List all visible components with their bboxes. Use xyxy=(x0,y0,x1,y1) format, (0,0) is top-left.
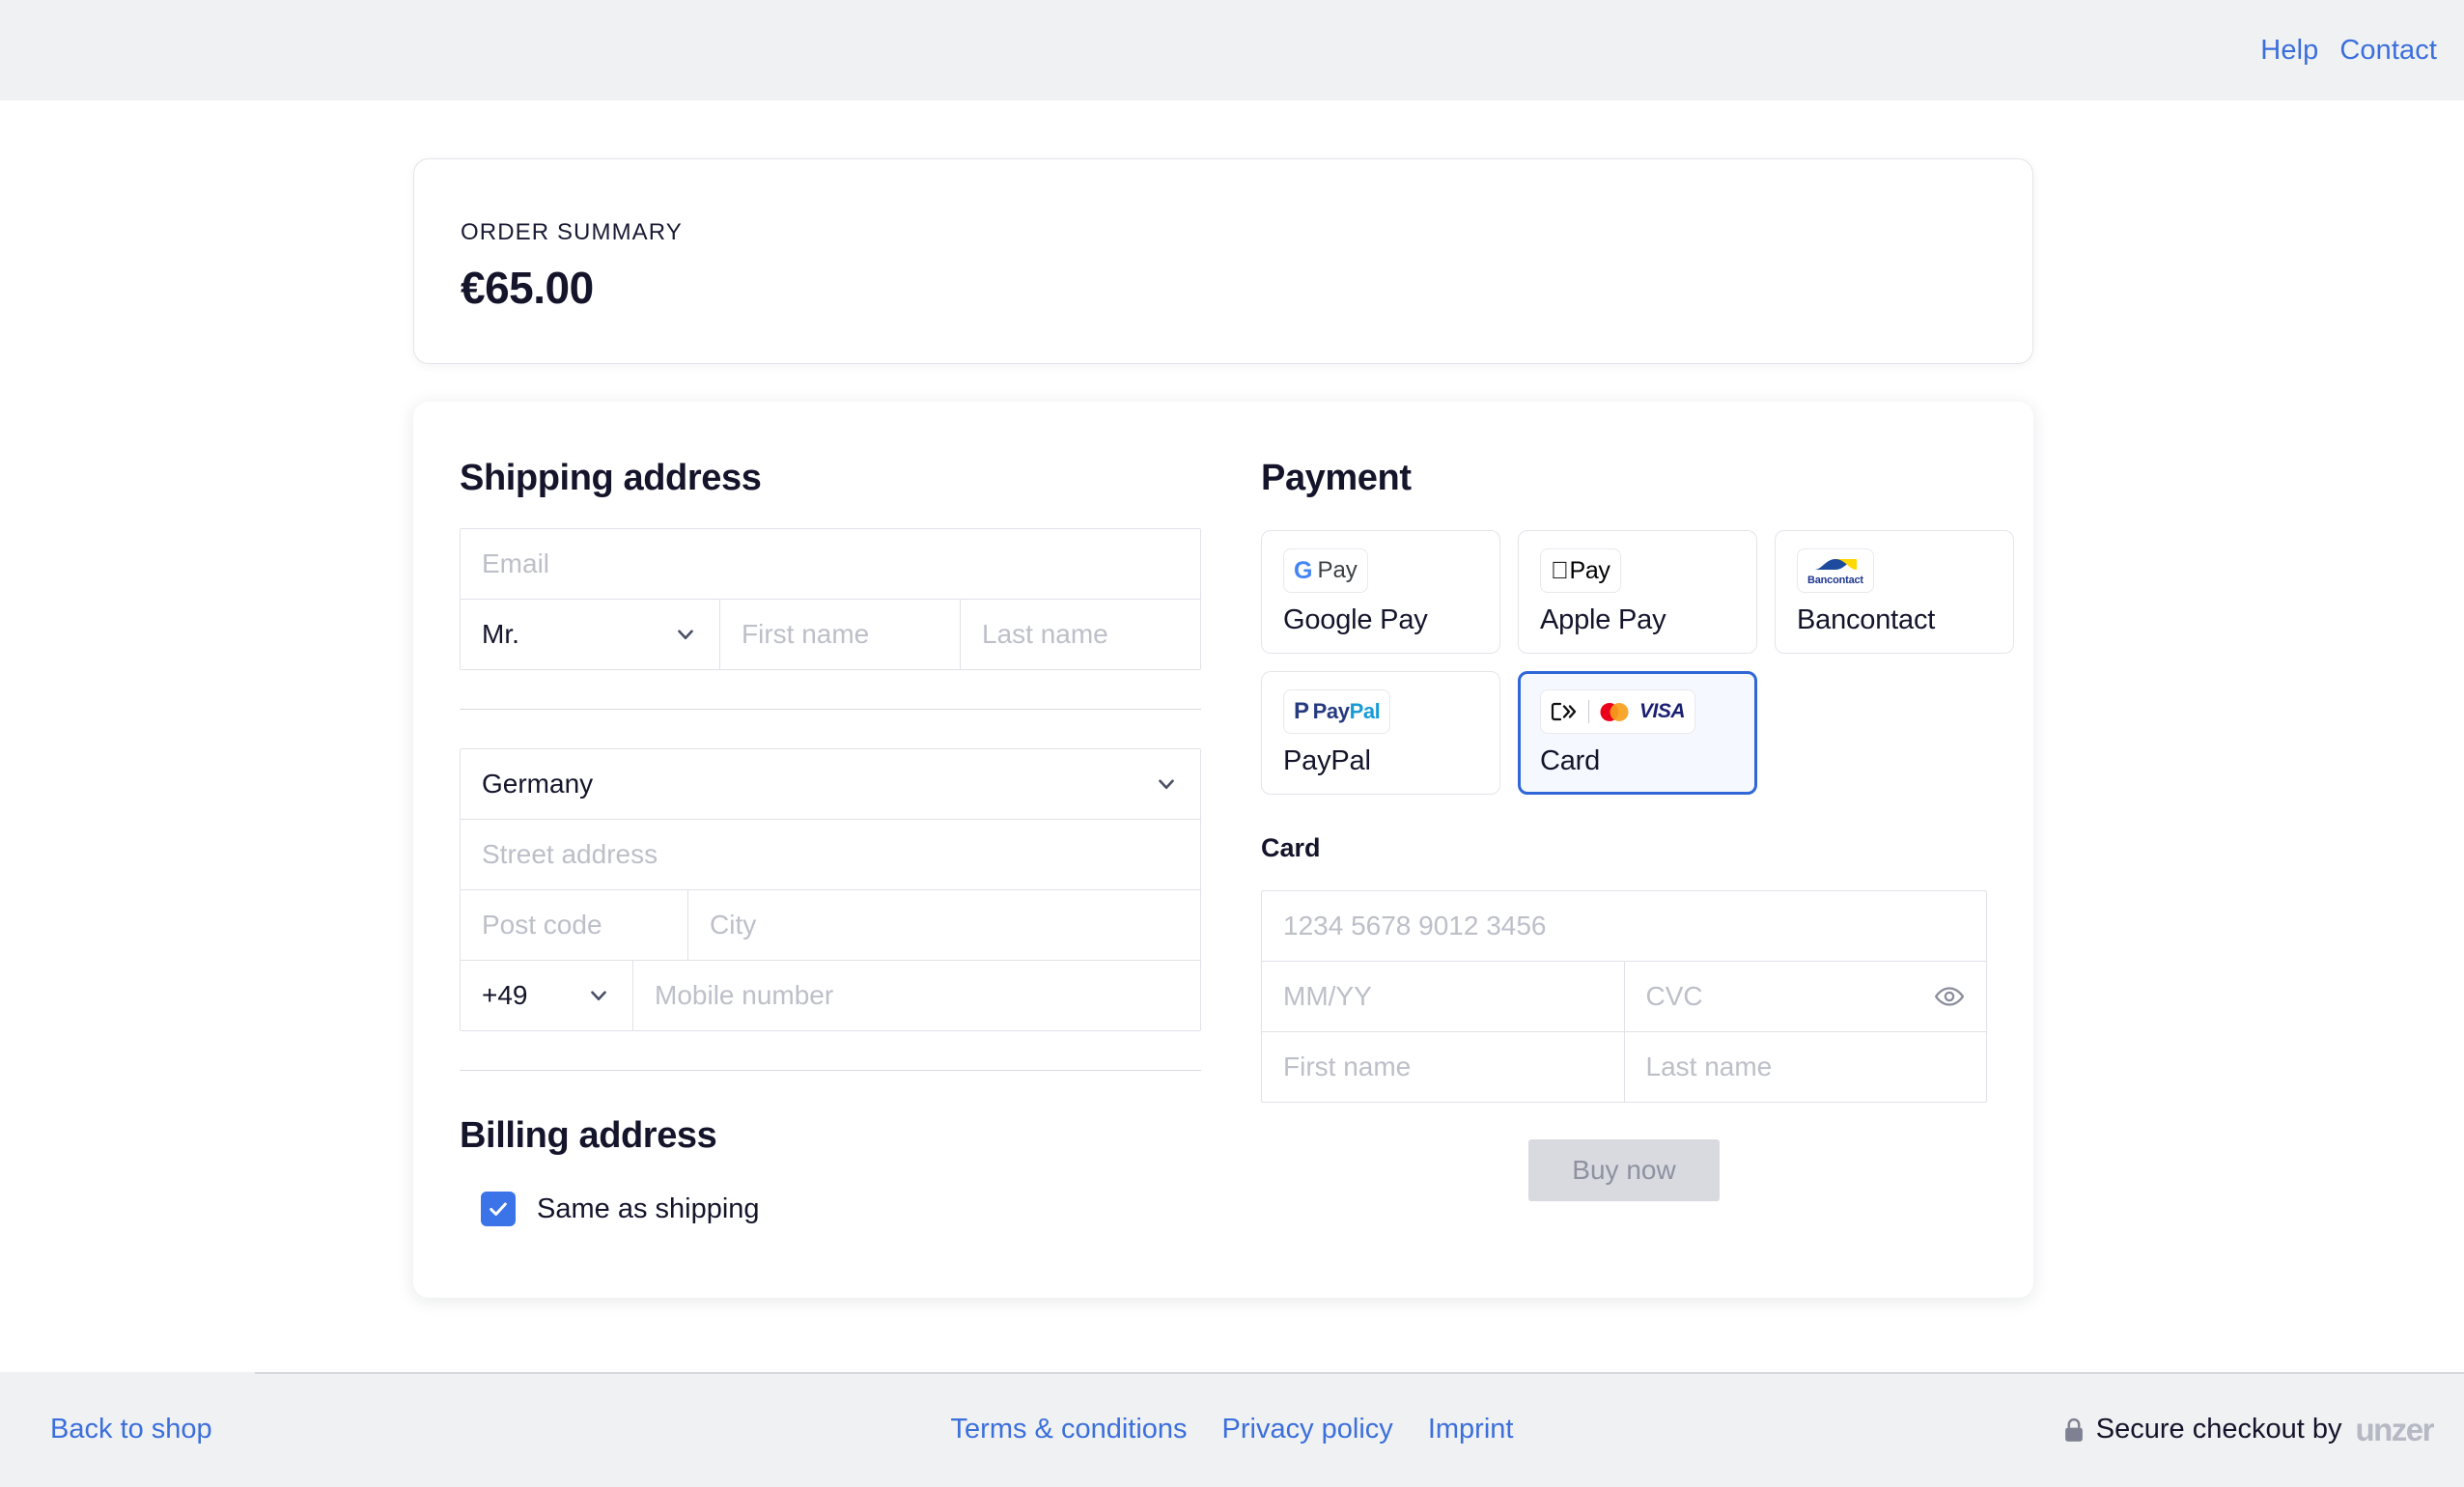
mastercard-icon xyxy=(1600,702,1629,721)
payment-column: Payment G Pay Google Pay  xyxy=(1215,402,2033,1298)
paypal-logo: P Pay Pal xyxy=(1283,689,1391,734)
bancontact-mark-icon xyxy=(1813,558,1857,570)
cvc-placeholder-text: CVC xyxy=(1645,981,1703,1011)
shipping-divider xyxy=(460,709,1201,710)
paypal-label: PayPal xyxy=(1283,745,1371,776)
card-name-row: First name Last name xyxy=(1262,1031,1986,1102)
card-first-name-input[interactable]: First name xyxy=(1262,1032,1624,1102)
payment-method-bancontact[interactable]: Bancontact Bancontact xyxy=(1775,530,2014,654)
first-name-input[interactable]: First name xyxy=(719,600,960,669)
paypal-p-icon: P xyxy=(1294,698,1309,724)
apple-pay-word: Pay xyxy=(1552,556,1610,584)
card-number-row: 1234 5678 9012 3456 xyxy=(1262,891,1986,961)
lock-icon xyxy=(2063,1417,2085,1443)
paypal-pal-word: Pal xyxy=(1349,699,1381,723)
city-input[interactable]: City xyxy=(687,890,1200,960)
bancontact-label: Bancontact xyxy=(1797,604,1936,635)
mobile-row: +49 Mobile number xyxy=(461,960,1200,1030)
contact-link[interactable]: Contact xyxy=(2339,35,2437,67)
shipping-address-group: Germany Street address Post code City +4… xyxy=(460,748,1201,1031)
card-logos: VISA xyxy=(1540,689,1696,734)
apple-icon:  xyxy=(1551,558,1569,583)
shipping-column: Shipping address Email Mr. First name La… xyxy=(413,402,1215,1298)
same-as-shipping-checkbox[interactable] xyxy=(481,1192,516,1226)
email-row: Email xyxy=(461,529,1200,599)
order-summary-label: ORDER SUMMARY xyxy=(461,219,683,245)
footer-left: Back to shop xyxy=(50,1414,212,1445)
name-row: Mr. First name Last name xyxy=(461,599,1200,669)
chevron-down-icon xyxy=(673,622,698,647)
country-select[interactable]: Germany xyxy=(461,749,1200,819)
apple-pay-logo:  Pay xyxy=(1540,548,1621,593)
order-summary-amount: €65.00 xyxy=(461,263,594,313)
card-cvc-input[interactable]: CVC xyxy=(1623,962,1986,1031)
eye-icon[interactable] xyxy=(1934,981,1965,1012)
salutation-select[interactable]: Mr. xyxy=(461,600,719,669)
card-number-input[interactable]: 1234 5678 9012 3456 xyxy=(1262,891,1986,961)
payment-method-google-pay[interactable]: G Pay Google Pay xyxy=(1261,530,1500,654)
bancontact-wordmark: Bancontact xyxy=(1807,574,1863,586)
same-as-shipping-row[interactable]: Same as shipping xyxy=(460,1192,1215,1226)
card-expiry-input[interactable]: MM/YY xyxy=(1262,962,1624,1031)
post-code-input[interactable]: Post code xyxy=(461,890,687,960)
shipping-address-title: Shipping address xyxy=(460,458,762,498)
footer-bar: Back to shop Terms & conditions Privacy … xyxy=(0,1372,2464,1487)
country-code-value: +49 xyxy=(482,980,528,1010)
payment-method-tiles: G Pay Google Pay  Pay Apple Pay xyxy=(1261,530,2014,795)
checkout-page: ORDER SUMMARY €65.00 Shipping address Em… xyxy=(0,100,2464,1372)
card-field-group: 1234 5678 9012 3456 MM/YY CVC First name… xyxy=(1261,890,1987,1103)
chevron-down-icon xyxy=(586,983,611,1008)
unzer-logo: unzer xyxy=(2355,1411,2434,1447)
buy-button-row: Buy now xyxy=(1261,1139,1987,1201)
google-pay-word: Pay xyxy=(1317,557,1358,583)
email-input[interactable]: Email xyxy=(461,529,1200,599)
chevron-down-icon xyxy=(1154,772,1179,797)
card-label: Card xyxy=(1540,745,1601,776)
google-pay-logo: G Pay xyxy=(1283,548,1368,593)
visa-icon: VISA xyxy=(1639,700,1686,722)
shipping-name-group: Email Mr. First name Last name xyxy=(460,528,1201,670)
imprint-link[interactable]: Imprint xyxy=(1428,1414,1514,1445)
last-name-input[interactable]: Last name xyxy=(960,600,1200,669)
secure-checkout-text: Secure checkout by xyxy=(2095,1414,2342,1445)
order-summary-card: ORDER SUMMARY €65.00 xyxy=(413,158,2033,364)
payment-method-paypal[interactable]: P Pay Pal PayPal xyxy=(1261,671,1500,795)
help-link[interactable]: Help xyxy=(2260,35,2318,67)
country-row: Germany xyxy=(461,749,1200,819)
card-last-name-input[interactable]: Last name xyxy=(1623,1032,1986,1102)
billing-address-title: Billing address xyxy=(460,1115,717,1156)
back-to-shop-link[interactable]: Back to shop xyxy=(50,1414,212,1445)
apple-pay-label: Apple Pay xyxy=(1540,604,1666,635)
same-as-shipping-label: Same as shipping xyxy=(537,1192,760,1224)
paypal-pay-word: Pay xyxy=(1312,699,1350,723)
postcode-city-row: Post code City xyxy=(461,889,1200,960)
bancontact-logo: Bancontact xyxy=(1797,548,1874,593)
street-row: Street address xyxy=(461,819,1200,889)
terms-link[interactable]: Terms & conditions xyxy=(951,1414,1188,1445)
footer-links: Terms & conditions Privacy policy Imprin… xyxy=(951,1414,1514,1445)
checkout-main-card: Shipping address Email Mr. First name La… xyxy=(413,402,2033,1298)
top-header-bar: Help Contact xyxy=(0,0,2464,100)
privacy-link[interactable]: Privacy policy xyxy=(1222,1414,1393,1445)
country-value: Germany xyxy=(482,769,594,799)
google-pay-label: Google Pay xyxy=(1283,604,1428,635)
street-address-input[interactable]: Street address xyxy=(461,820,1200,889)
contactless-icon xyxy=(1551,702,1577,721)
google-g-icon: G xyxy=(1294,556,1313,584)
card-section-title: Card xyxy=(1261,833,1321,862)
secure-checkout-badge: Secure checkout by unzer xyxy=(2063,1411,2434,1448)
check-icon xyxy=(490,1202,507,1216)
payment-method-apple-pay[interactable]:  Pay Apple Pay xyxy=(1518,530,1757,654)
logo-separator xyxy=(1588,700,1589,723)
country-code-select[interactable]: +49 xyxy=(461,961,632,1030)
billing-divider xyxy=(460,1070,1201,1071)
expiry-cvc-row: MM/YY CVC xyxy=(1262,961,1986,1031)
salutation-value: Mr. xyxy=(482,619,519,649)
mobile-number-input[interactable]: Mobile number xyxy=(632,961,1200,1030)
payment-method-card[interactable]: VISA Card xyxy=(1518,671,1757,795)
buy-now-button[interactable]: Buy now xyxy=(1528,1139,1720,1201)
payment-title: Payment xyxy=(1261,458,1412,498)
